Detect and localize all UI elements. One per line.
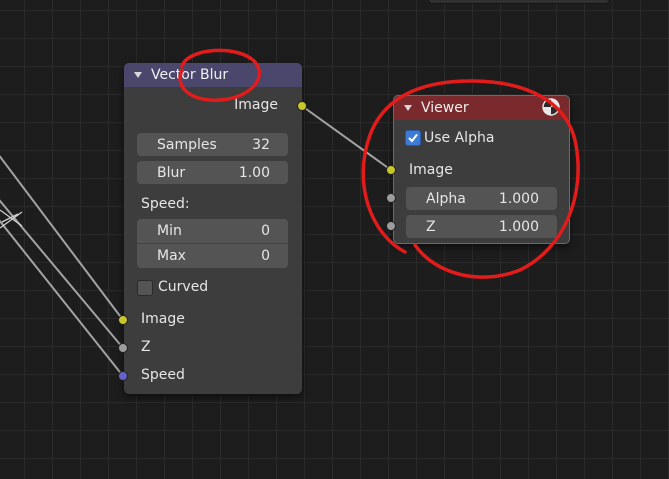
annotation-circle-title <box>178 48 262 102</box>
annotation-circle-viewer <box>361 79 580 279</box>
annotation-overlay <box>178 48 580 279</box>
